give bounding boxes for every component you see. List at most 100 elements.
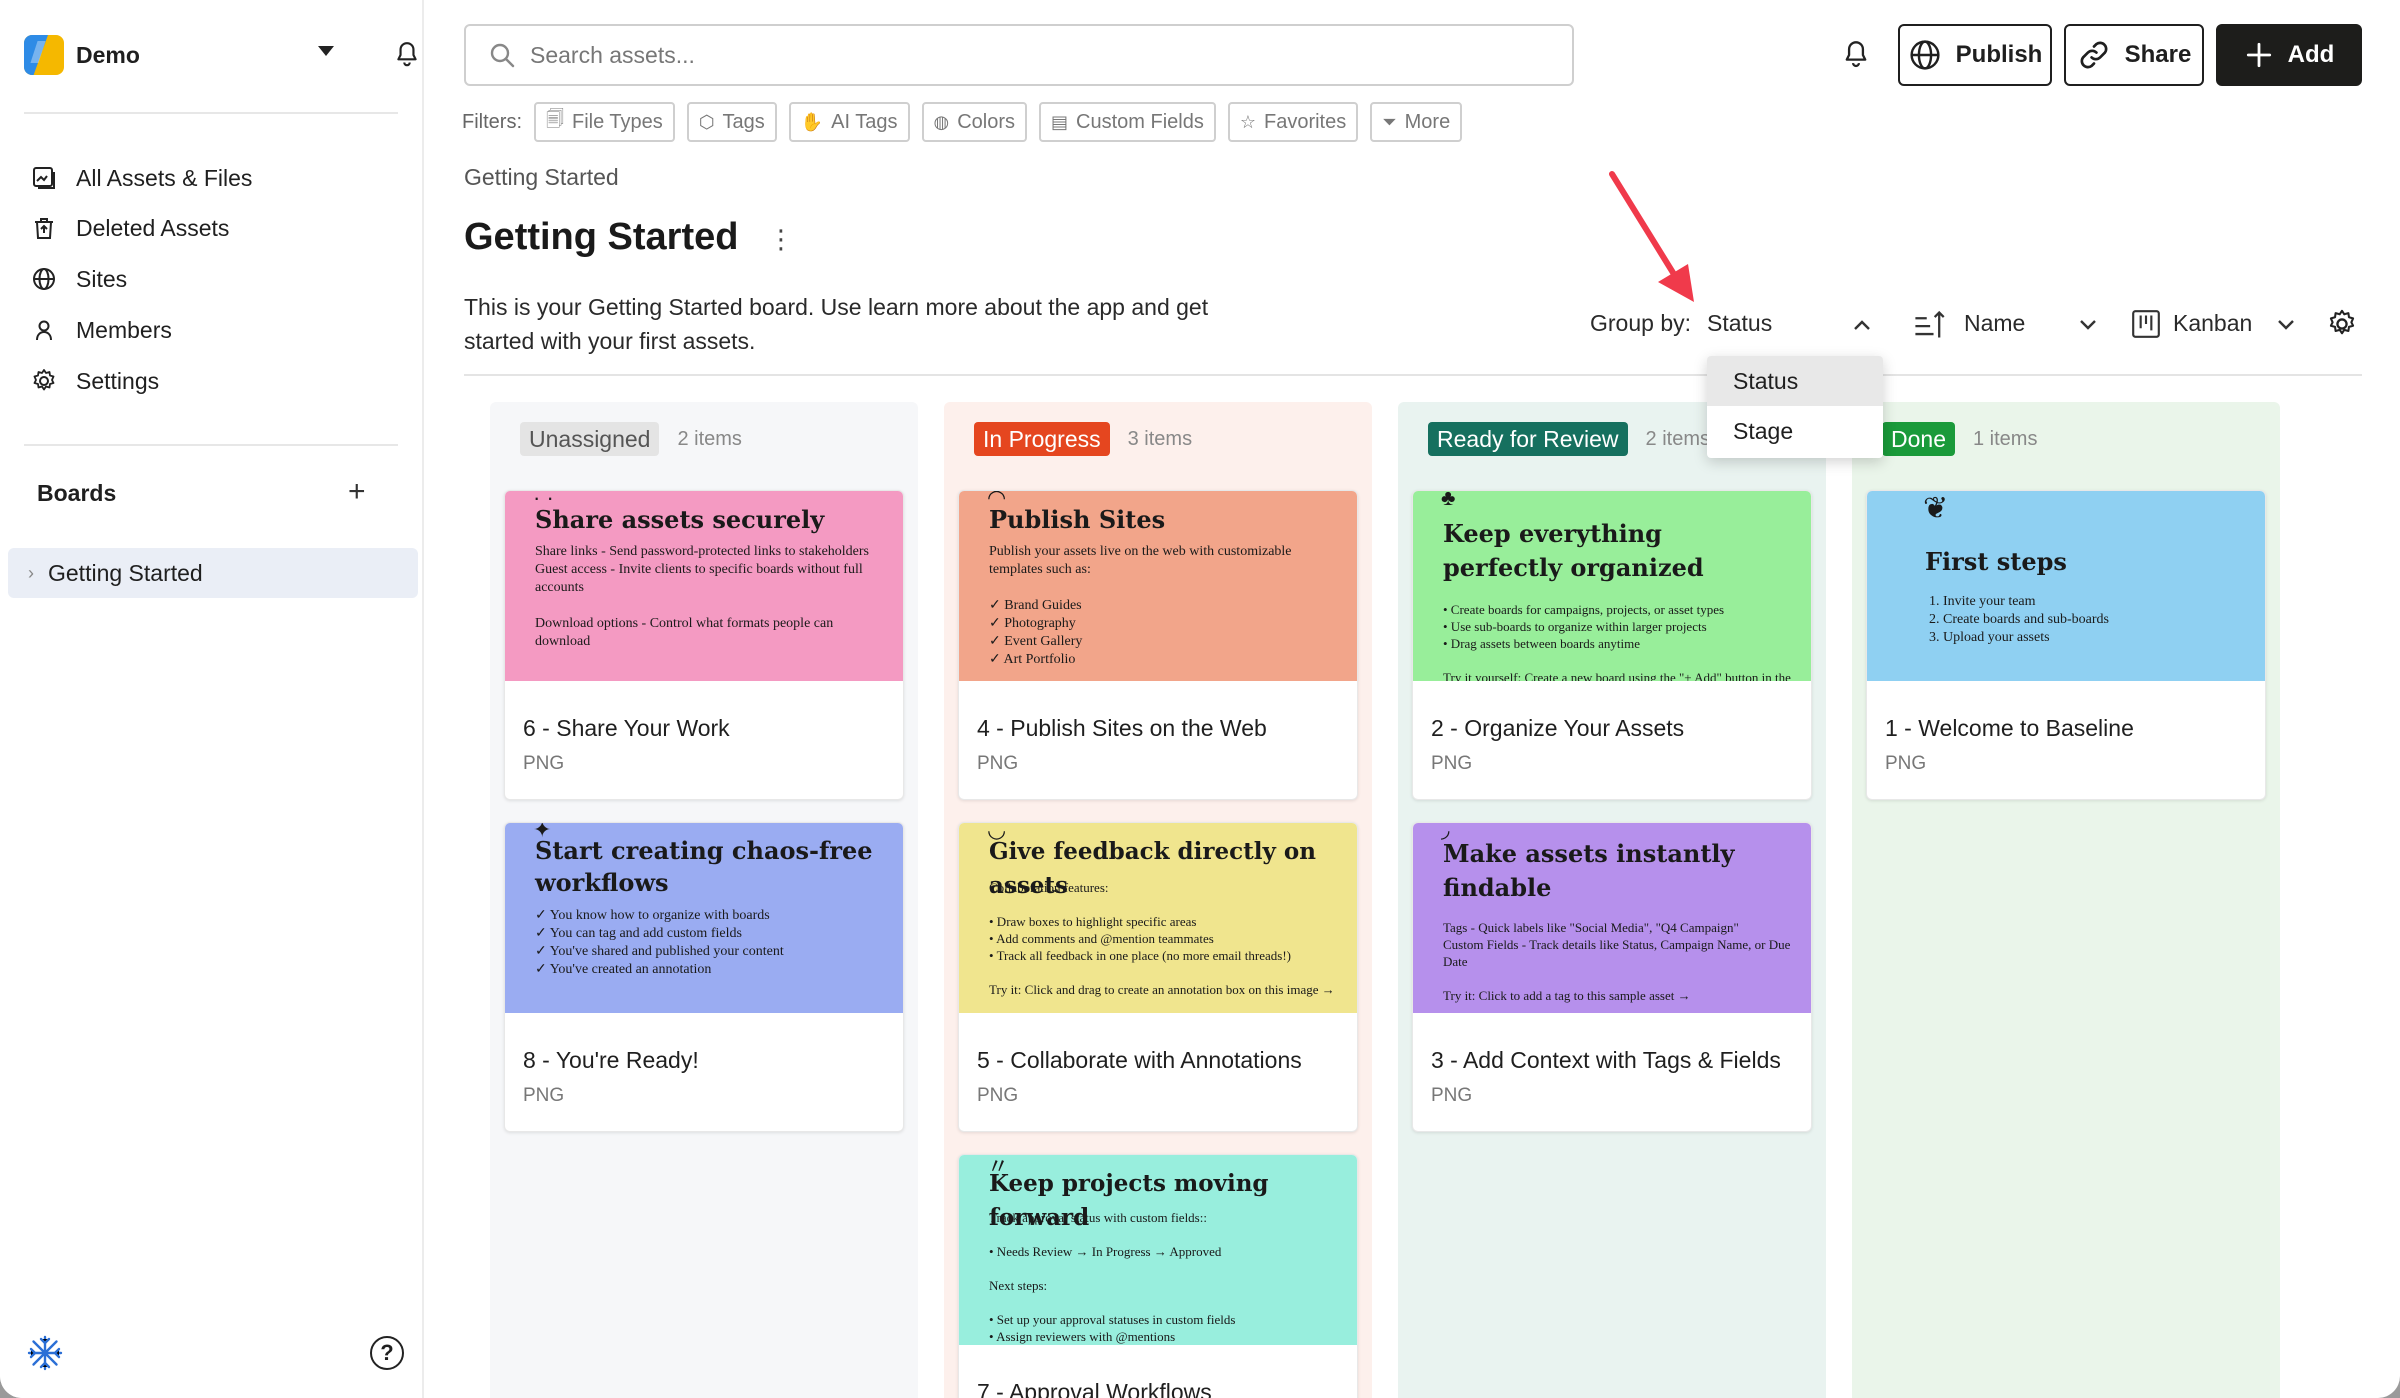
group-by-label: Group by:	[1590, 310, 1691, 336]
asset-type: PNG	[1431, 1085, 1473, 1106]
thumbnail-title: Keep everything perfectly organized	[1443, 519, 1704, 582]
asset-card[interactable]: 〃 Keep projects moving forward Track app…	[958, 1154, 1358, 1398]
chevron-down-icon[interactable]	[2078, 318, 2098, 332]
asset-card[interactable]: ◡ Give feedback directly on assets Colla…	[958, 822, 1358, 1132]
funnel-icon: ⏷	[1382, 111, 1397, 132]
board-settings-gear-icon[interactable]	[2326, 308, 2358, 340]
filter-bar: Filters: 🗐 File Types ⬡ Tags ✋ AI Tags ◍ Col…	[462, 102, 1474, 142]
asset-type: PNG	[523, 753, 565, 774]
notifications-bell-icon[interactable]	[1842, 40, 1870, 70]
share-button[interactable]: Share	[2064, 24, 2204, 86]
workspace-caret-icon[interactable]	[318, 46, 334, 56]
asset-card[interactable]: ✦ Start creating chaos-free workflows ✓ …	[504, 822, 904, 1132]
asset-card[interactable]: ♣ Keep everything perfectly organized • …	[1412, 490, 1812, 800]
add-board-button[interactable]: +	[348, 477, 366, 507]
fields-icon: ▤	[1051, 111, 1069, 132]
filter-ai-tags[interactable]: ✋ AI Tags	[788, 102, 910, 142]
filter-file-types[interactable]: 🗐 File Types	[534, 102, 675, 142]
sidebar-item-label: All Assets & Files	[76, 164, 253, 191]
snowflake-logo-icon[interactable]	[26, 1334, 64, 1372]
thumbnail-decoration-icon: ♣	[1441, 491, 1456, 510]
asset-card[interactable]: · · Share assets securely Share links - …	[504, 490, 904, 800]
asset-card[interactable]: ◞ Make assets instantly findable Tags - …	[1412, 822, 1812, 1132]
gear-icon	[33, 369, 55, 391]
asset-thumbnail: ◠ Publish Sites Publish your assets live…	[959, 491, 1357, 681]
page-title: Getting Started	[464, 216, 739, 258]
asset-thumbnail: ♣ Keep everything perfectly organized • …	[1413, 491, 1811, 681]
asset-type: PNG	[977, 1085, 1019, 1106]
more-options-icon[interactable]: ⋮	[768, 226, 794, 252]
palette-icon: ◍	[933, 111, 950, 132]
chevron-down-icon[interactable]	[2276, 318, 2296, 332]
sort-select[interactable]: Name	[1964, 310, 2025, 337]
thumbnail-body: Share links - Send password-protected li…	[535, 544, 869, 649]
sidebar-divider	[24, 444, 398, 446]
asset-card[interactable]: ❦ First steps 1. Invite your team 2. Cre…	[1866, 490, 2266, 800]
tag-icon: ⬡	[698, 111, 715, 132]
workspace-logo	[24, 35, 64, 75]
filter-label: Colors	[957, 110, 1016, 133]
filter-label: Tags	[722, 110, 765, 133]
link-icon	[2080, 41, 2108, 69]
sidebar-board-getting-started[interactable]: › Getting Started	[8, 548, 418, 598]
trash-icon	[35, 218, 53, 239]
star-icon: ☆	[1239, 111, 1256, 132]
sort-icon[interactable]	[1912, 308, 1946, 342]
item-count: 2 items	[1645, 427, 1710, 450]
add-button[interactable]: Add	[2216, 24, 2362, 86]
filter-colors[interactable]: ◍ Colors	[921, 102, 1028, 142]
filter-favorites[interactable]: ☆ Favorites	[1227, 102, 1359, 142]
help-button[interactable]: ?	[370, 1336, 404, 1370]
status-badge: Ready for Review	[1428, 422, 1628, 456]
boards-heading: Boards	[37, 480, 117, 506]
workspace-switcher[interactable]: Demo	[24, 34, 417, 76]
thumbnail-title: Start creating chaos-free workflows	[535, 836, 873, 897]
kanban-column-ready-for-review: Ready for Review 2 items ♣ Keep everythi…	[1398, 402, 1826, 1398]
sprout-icon: ❦	[1923, 492, 1949, 525]
filter-more[interactable]: ⏷ More	[1370, 102, 1463, 142]
filter-label: Custom Fields	[1076, 110, 1204, 133]
ai-tag-icon: ✋	[800, 111, 824, 132]
item-count: 3 items	[1127, 427, 1193, 450]
chevron-right-icon[interactable]: ›	[28, 563, 34, 584]
filter-custom-fields[interactable]: ▤ Custom Fields	[1039, 102, 1216, 142]
chevron-up-icon[interactable]	[1852, 318, 1872, 332]
sidebar-item-deleted-assets[interactable]: Deleted Assets	[30, 208, 410, 248]
kanban-icon[interactable]	[2130, 308, 2162, 340]
group-by-select[interactable]: Status	[1707, 310, 1772, 337]
asset-thumbnail: ❦ First steps 1. Invite your team 2. Cre…	[1867, 491, 2265, 681]
filter-label: File Types	[571, 110, 663, 133]
search-icon	[490, 43, 515, 68]
asset-type: PNG	[1431, 753, 1473, 774]
search-bar[interactable]: Search assets...	[464, 24, 1574, 86]
search-input[interactable]: Search assets...	[530, 42, 695, 69]
sidebar-item-members[interactable]: Members	[30, 310, 410, 350]
asset-name: 8 - You're Ready!	[523, 1047, 699, 1073]
item-count: 2 items	[677, 427, 742, 450]
asset-thumbnail: ✦ Start creating chaos-free workflows ✓ …	[505, 823, 903, 1013]
filter-label: Favorites	[1263, 110, 1347, 133]
thumbnail-title: First steps	[1925, 547, 2067, 576]
sidebar-item-sites[interactable]: Sites	[30, 259, 410, 299]
filter-tags[interactable]: ⬡ Tags	[686, 102, 777, 142]
group-by-option-status[interactable]: Status	[1707, 356, 1883, 406]
filters-label: Filters:	[462, 110, 522, 133]
globe-icon	[33, 268, 55, 290]
asset-type: PNG	[977, 753, 1019, 774]
group-by-option-stage[interactable]: Stage	[1707, 406, 1883, 456]
thumbnail-title: Make assets instantly findable	[1443, 839, 1735, 902]
asset-name: 5 - Collaborate with Annotations	[977, 1047, 1302, 1073]
publish-button[interactable]: Publish	[1898, 24, 2052, 86]
board-label: Getting Started	[48, 559, 203, 586]
status-badge: Unassigned	[520, 422, 660, 456]
thumbnail-title: Publish Sites	[989, 505, 1166, 534]
sidebar-item-settings[interactable]: Settings	[30, 361, 410, 401]
sidebar-item-all-assets[interactable]: All Assets & Files	[30, 158, 410, 198]
thumbnail-body: ✓ You know how to organize with boards ✓…	[535, 908, 784, 977]
sidebar-item-label: Sites	[76, 265, 128, 292]
notifications-bell-icon[interactable]	[394, 41, 420, 69]
breadcrumb[interactable]: Getting Started	[464, 164, 619, 191]
asset-name: 4 - Publish Sites on the Web	[977, 715, 1267, 741]
asset-card[interactable]: ◠ Publish Sites Publish your assets live…	[958, 490, 1358, 800]
view-select[interactable]: Kanban	[2173, 310, 2252, 337]
